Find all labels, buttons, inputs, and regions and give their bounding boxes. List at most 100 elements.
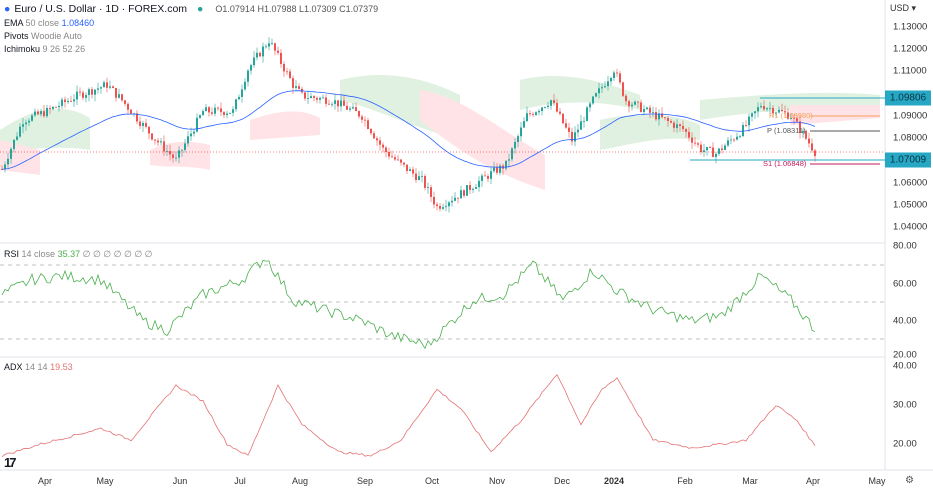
rsi-value: 35.37 — [57, 249, 81, 259]
candle-body — [601, 87, 603, 89]
candle-body — [562, 113, 564, 124]
candle-body — [472, 188, 474, 190]
price-tick: 1.13000 — [893, 21, 928, 33]
candle-body — [655, 111, 657, 120]
candle-body — [166, 151, 168, 152]
candle-body — [748, 116, 750, 126]
candle-body — [517, 136, 519, 142]
candle-body — [157, 140, 159, 143]
candle-body — [556, 102, 558, 112]
candle-body — [610, 78, 612, 82]
candle-body — [676, 124, 678, 128]
candle-body — [223, 112, 225, 116]
candle-body — [766, 108, 768, 110]
settings-icon[interactable]: ⚙ — [905, 475, 914, 486]
rsi-legend[interactable]: RSI 14 close 35.37 ∅ ∅ ∅ ∅ ∅ ∅ ∅ — [4, 249, 153, 260]
candle-body — [256, 52, 258, 58]
candle-body — [325, 97, 327, 104]
candle-body — [28, 120, 30, 123]
candle-body — [151, 133, 153, 140]
candle-body — [397, 159, 399, 161]
ema-name: EMA — [4, 18, 24, 28]
candle-body — [91, 89, 93, 95]
candle-body — [538, 110, 540, 113]
time-tick: Jul — [234, 476, 246, 486]
candle-body — [118, 94, 120, 98]
candle-body — [16, 136, 18, 140]
candle-body — [250, 65, 252, 71]
candle-body — [439, 206, 441, 209]
candle-body — [592, 96, 594, 104]
adx-params: 14 14 — [25, 362, 48, 372]
candle-body — [739, 136, 741, 137]
chart-canvas[interactable] — [0, 0, 933, 493]
candle-body — [343, 100, 345, 106]
candle-body — [373, 133, 375, 139]
candle-body — [631, 104, 633, 107]
candle-body — [127, 103, 129, 110]
candle-body — [70, 100, 72, 102]
candle-body — [289, 71, 291, 79]
time-tick: Feb — [677, 476, 693, 486]
candle-body — [403, 162, 405, 165]
candle-body — [634, 101, 636, 105]
candle-body — [490, 171, 492, 179]
candle-body — [79, 91, 81, 93]
time-tick: May — [96, 476, 114, 486]
candle-body — [487, 176, 489, 179]
adx-name: ADX — [4, 362, 23, 372]
candle-body — [622, 82, 624, 96]
candle-body — [148, 126, 150, 134]
candle-body — [247, 70, 249, 82]
price-tick: 1.05000 — [893, 199, 928, 211]
candle-body — [106, 82, 108, 88]
candle-body — [205, 107, 207, 112]
candle-body — [499, 165, 501, 173]
candle-body — [52, 106, 54, 109]
candle-body — [742, 125, 744, 137]
ichimoku-legend[interactable]: Ichimoku 9 26 52 26 — [4, 44, 85, 54]
candle-body — [607, 81, 609, 87]
r1-label: R1 (1.08980) — [769, 111, 813, 120]
candle-body — [664, 117, 666, 118]
candle-body — [475, 187, 477, 189]
candle-body — [346, 105, 348, 110]
tradingview-logo[interactable]: 17 — [4, 455, 17, 470]
market-status-icon: ● — [197, 3, 204, 15]
symbol-legend[interactable]: ● Euro / U.S. Dollar · 1D · FOREX.com ● … — [4, 3, 378, 15]
candle-body — [37, 111, 39, 115]
candle-body — [394, 157, 396, 160]
currency-selector[interactable]: USD ▾ — [890, 3, 916, 14]
candle-body — [109, 86, 111, 88]
candle-body — [22, 124, 24, 127]
time-tick: Apr — [805, 476, 821, 486]
candle-body — [103, 82, 105, 88]
candle-body — [208, 107, 210, 113]
candle-body — [583, 120, 585, 122]
ema-legend[interactable]: EMA 50 close 1.08460 — [4, 18, 94, 28]
candle-body — [691, 137, 693, 143]
candle-body — [313, 96, 315, 98]
candle-body — [34, 111, 36, 116]
candle-body — [214, 107, 216, 114]
pivots-legend[interactable]: Pivots Woodie Auto — [4, 31, 82, 41]
candle-body — [514, 141, 516, 149]
ichimoku-params: 9 26 52 26 — [42, 44, 86, 54]
candle-body — [94, 89, 96, 95]
candle-body — [652, 111, 654, 113]
rsi-tick: 60.00 — [893, 278, 917, 290]
candle-body — [259, 52, 261, 57]
candle-body — [334, 100, 336, 104]
candle-body — [295, 86, 297, 88]
candle-body — [82, 92, 84, 98]
candle-body — [727, 140, 729, 146]
candle-body — [427, 187, 429, 189]
candle-body — [76, 91, 78, 100]
ema-value: 1.08460 — [61, 18, 95, 28]
candle-body — [376, 138, 378, 141]
adx-legend[interactable]: ADX 14 14 19.53 — [4, 362, 73, 372]
time-tick: Jun — [172, 476, 188, 486]
candle-body — [673, 122, 675, 128]
candle-body — [154, 139, 156, 141]
candle-body — [271, 43, 273, 45]
